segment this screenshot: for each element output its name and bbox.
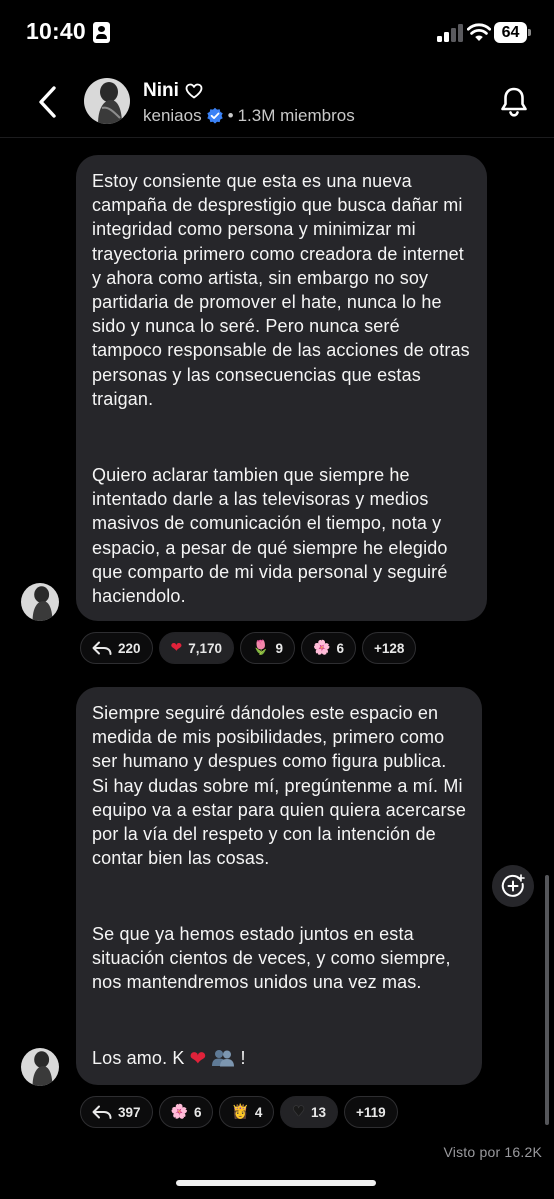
- reply-count: 220: [118, 640, 141, 656]
- more-reactions-count: +119: [356, 1104, 386, 1120]
- status-bar: 10:40 64: [0, 0, 554, 62]
- more-reactions-button[interactable]: +128: [361, 632, 417, 664]
- busts-in-silhouette-icon: [212, 1050, 235, 1067]
- closing-text: Los amo. K: [92, 1048, 185, 1068]
- battery-icon: 64: [494, 22, 531, 43]
- message-bubble[interactable]: Siempre seguiré dándoles este espacio en…: [76, 687, 482, 1085]
- member-count: 1.3M miembros: [237, 106, 355, 125]
- reply-button[interactable]: 220: [80, 632, 153, 664]
- chevron-left-icon: [39, 86, 56, 118]
- reaction-tulip[interactable]: 🌷 9: [240, 632, 296, 664]
- scrollbar[interactable]: [545, 875, 549, 1125]
- status-time: 10:40: [26, 18, 86, 44]
- channel-avatar[interactable]: [84, 78, 130, 124]
- notifications-button[interactable]: [496, 84, 532, 120]
- author-avatar[interactable]: [21, 1048, 59, 1086]
- reaction-count: 4: [254, 1104, 263, 1120]
- reaction-princess[interactable]: 👸 4: [219, 1096, 275, 1128]
- contact-card-icon: [93, 22, 110, 43]
- cellular-signal-icon: [437, 24, 463, 42]
- reaction-count: 9: [275, 640, 284, 656]
- message-closing-line: Los amo. K ❤ !: [92, 1046, 466, 1070]
- reply-count: 397: [118, 1104, 141, 1120]
- add-emoji-icon: [501, 874, 525, 897]
- reaction-cherry-blossom[interactable]: 🌸 6: [158, 1096, 214, 1128]
- heart-outline-icon: [185, 83, 203, 99]
- reaction-count: 6: [336, 640, 344, 656]
- message-bubble[interactable]: Estoy consiente que esta es una nueva ca…: [76, 155, 487, 621]
- back-button[interactable]: [28, 80, 68, 124]
- red-heart-icon: ❤: [189, 1046, 207, 1070]
- channel-name: Nini: [143, 80, 179, 101]
- verified-badge-icon: [206, 107, 223, 124]
- bell-icon: [501, 87, 527, 117]
- author-avatar[interactable]: [21, 583, 59, 621]
- channel-subtitle: keniaos • 1.3M miembros: [143, 106, 355, 126]
- home-indicator[interactable]: [176, 1180, 376, 1186]
- reply-button[interactable]: 397: [80, 1096, 153, 1128]
- subtitle-separator: •: [227, 106, 234, 125]
- message-paragraph: Se que ya hemos estado juntos en esta si…: [92, 924, 451, 993]
- reaction-count: 7,170: [188, 640, 223, 656]
- message-paragraph: Siempre seguiré dándoles este espacio en…: [92, 703, 466, 869]
- reply-icon: [92, 641, 112, 655]
- tulip-icon: 🌷: [252, 640, 270, 656]
- message-paragraph: Estoy consiente que esta es una nueva ca…: [92, 171, 470, 409]
- reply-icon: [92, 1105, 112, 1119]
- reaction-count: 13: [311, 1104, 327, 1120]
- cherry-blossom-icon: 🌸: [170, 1104, 188, 1120]
- channel-screen: 10:40 64 Nini keniaos • 1.3M miembros Es…: [0, 0, 554, 1199]
- wifi-icon: [467, 23, 491, 41]
- closing-exclamation: !: [240, 1048, 246, 1068]
- princess-icon: 👸: [231, 1104, 249, 1120]
- reaction-count: 6: [193, 1104, 202, 1120]
- reaction-bar: 220 ❤ 7,170 🌷 9 🌸 6 +128: [80, 632, 417, 664]
- battery-level: 64: [494, 22, 527, 43]
- reaction-cherry-blossom[interactable]: 🌸 6: [301, 632, 356, 664]
- channel-title[interactable]: Nini: [143, 80, 203, 102]
- black-heart-icon: ♥: [292, 1104, 305, 1120]
- reaction-heart[interactable]: ❤ 7,170: [158, 632, 235, 664]
- seen-by-count: Visto por 16.2K: [443, 1144, 542, 1160]
- reaction-black-heart[interactable]: ♥ 13: [280, 1096, 339, 1128]
- cherry-blossom-icon: 🌸: [313, 640, 331, 656]
- channel-header: Nini keniaos • 1.3M miembros: [0, 66, 554, 138]
- channel-handle: keniaos: [143, 106, 202, 125]
- add-reaction-button[interactable]: [492, 865, 534, 907]
- reaction-bar: 397 🌸 6 👸 4 ♥ 13 +119: [80, 1096, 398, 1128]
- more-reactions-button[interactable]: +119: [344, 1096, 398, 1128]
- message-paragraph: Quiero aclarar tambien que siempre he in…: [92, 465, 448, 607]
- more-reactions-count: +128: [373, 640, 405, 656]
- red-heart-icon: ❤: [170, 640, 183, 656]
